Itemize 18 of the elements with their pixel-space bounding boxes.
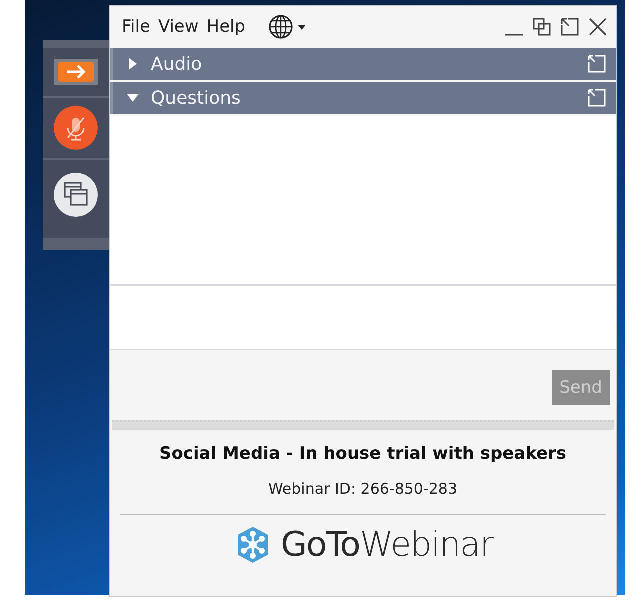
webinar-id: Webinar ID: 266-850-283 <box>268 480 458 498</box>
restore-icon[interactable] <box>532 17 552 37</box>
panel-title: Questions <box>151 88 242 108</box>
logo-wordmark: GoToWebinar <box>281 525 493 565</box>
panel-title: Audio <box>151 54 204 74</box>
panel-header[interactable]: Questions <box>110 82 616 114</box>
muted-microphone-icon[interactable] <box>54 106 98 150</box>
close-icon[interactable] <box>588 17 608 37</box>
menu-item[interactable]: Help <box>206 17 246 37</box>
pop-out-icon[interactable] <box>560 17 580 37</box>
arrow-right-icon[interactable] <box>54 59 98 85</box>
question-field[interactable] <box>110 286 616 350</box>
windows-icon[interactable] <box>54 173 98 217</box>
menu-item[interactable]: View <box>158 17 199 37</box>
menu-item[interactable]: File <box>122 17 150 37</box>
webinar-title: Social Media - In house trial with speakers <box>159 444 567 464</box>
resize-grip[interactable] <box>112 420 614 430</box>
panel-header[interactable]: Audio <box>110 48 616 80</box>
